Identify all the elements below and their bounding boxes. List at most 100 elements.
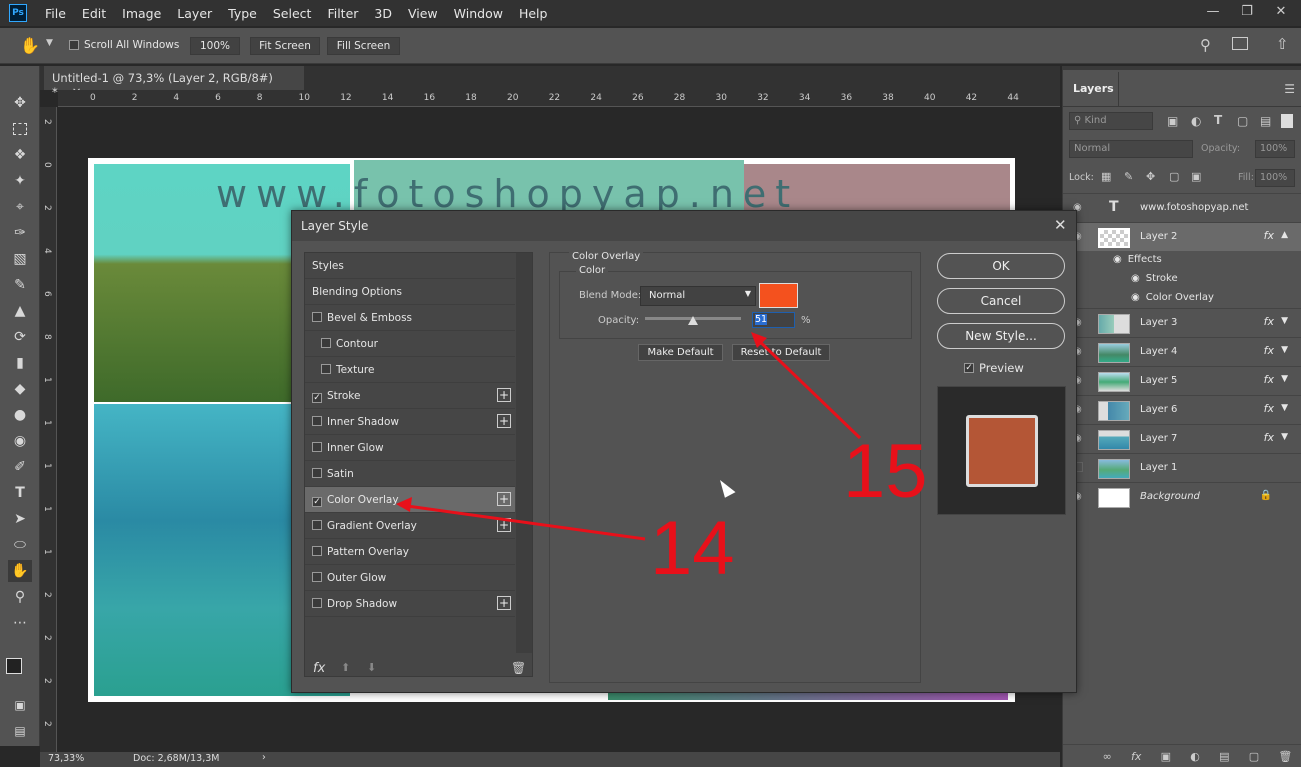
chevron-up-icon[interactable]: ▲ <box>1281 230 1288 240</box>
brush-tool-icon[interactable]: ✎ <box>8 274 32 296</box>
fx-icon[interactable]: fx <box>1264 373 1274 386</box>
group-folder-icon[interactable]: ▤ <box>1219 750 1229 763</box>
move-tool-icon[interactable]: ✥ <box>8 92 32 114</box>
minimize-icon[interactable]: — <box>1196 0 1230 22</box>
opacity-input[interactable]: 51 <box>752 312 795 328</box>
pen-tool-icon[interactable]: ✐ <box>8 456 32 478</box>
style-item-color-overlay[interactable]: ✓ Color Overlay + <box>305 487 515 513</box>
checkbox-icon[interactable] <box>321 338 331 348</box>
lasso-tool-icon[interactable]: ❖ <box>8 144 32 166</box>
checkbox-icon[interactable] <box>312 416 322 426</box>
paint-bucket-tool-icon[interactable]: ◆ <box>8 378 32 400</box>
zoom-tool-icon[interactable]: ⚲ <box>8 586 32 608</box>
menu-window[interactable]: Window <box>446 6 511 21</box>
status-menu-icon[interactable]: › <box>262 752 266 763</box>
new-layer-icon[interactable]: ▢ <box>1249 750 1259 763</box>
filter-toggle-icon[interactable] <box>1281 114 1293 128</box>
stamp-tool-icon[interactable]: ▲ <box>8 300 32 322</box>
magic-wand-tool-icon[interactable]: ✦ <box>8 170 32 192</box>
checked-checkbox-icon[interactable]: ✓ <box>312 393 322 403</box>
layer-row-layer-1[interactable]: Layer 1 <box>1063 453 1301 482</box>
add-effect-icon[interactable]: + <box>497 518 511 532</box>
layer-row-layer-4[interactable]: ◉ Layer 4 fx ▼ <box>1063 337 1301 366</box>
reset-default-button[interactable]: Reset to Default <box>732 344 830 361</box>
visibility-eye-icon[interactable]: ◉ <box>1131 292 1140 303</box>
kind-filter-select[interactable]: ⚲ Kind <box>1069 112 1153 130</box>
opacity-input[interactable]: 100% <box>1255 140 1295 158</box>
visibility-eye-icon[interactable]: ◉ <box>1131 273 1140 284</box>
layers-tab[interactable]: Layers <box>1063 72 1119 106</box>
link-layers-icon[interactable]: ∞ <box>1103 750 1112 763</box>
fx-icon[interactable]: fx <box>1264 315 1274 328</box>
fx-icon[interactable]: fx <box>1264 229 1274 242</box>
add-effect-icon[interactable]: + <box>497 414 511 428</box>
adjustment-layer-icon[interactable]: ◐ <box>1190 750 1200 763</box>
ellipse-tool-icon[interactable]: ⬭ <box>8 534 32 556</box>
chevron-down-icon[interactable]: ▼ <box>1281 403 1288 413</box>
new-style-button[interactable]: New Style... <box>937 323 1065 349</box>
delete-layer-icon[interactable]: 🗑 <box>1278 750 1292 763</box>
quick-mask-icon[interactable]: ▣ <box>8 694 32 716</box>
chevron-down-icon[interactable]: ▼ <box>1281 374 1288 384</box>
search-icon[interactable]: ⚲ <box>1200 36 1211 54</box>
share-icon[interactable]: ⇧ <box>1276 35 1289 53</box>
style-item-contour[interactable]: Contour <box>305 331 515 357</box>
layer-row-background[interactable]: ◉ Background 🔒 <box>1063 482 1301 511</box>
add-effect-icon[interactable]: + <box>497 492 511 506</box>
screen-mode-icon[interactable]: ▤ <box>8 720 32 742</box>
fill-input[interactable]: 100% <box>1255 169 1295 187</box>
zoom-100-button[interactable]: 100% <box>190 37 240 55</box>
eyedropper-tool-icon[interactable]: ✑ <box>8 222 32 244</box>
menu-filter[interactable]: Filter <box>319 6 366 21</box>
add-mask-icon[interactable]: ▣ <box>1161 750 1171 763</box>
chevron-down-icon[interactable]: ▼ <box>1281 316 1288 326</box>
cancel-button[interactable]: Cancel <box>937 288 1065 314</box>
color-overlay-effect-row[interactable]: ◉ Color Overlay <box>1131 292 1214 303</box>
chevron-down-icon[interactable]: ▼ <box>1281 345 1288 355</box>
checkbox-icon[interactable] <box>312 312 322 322</box>
layer-row-layer-3[interactable]: ◉ Layer 3 fx ▼ <box>1063 308 1301 337</box>
effects-row[interactable]: ◉ Effects <box>1113 254 1162 265</box>
style-item-texture[interactable]: Texture <box>305 357 515 383</box>
filter-adjustment-icon[interactable]: ◐ <box>1191 114 1201 128</box>
layer-row-layer-6[interactable]: ◉ Layer 6 fx ▼ <box>1063 395 1301 424</box>
style-item-bevel-emboss[interactable]: Bevel & Emboss <box>305 305 515 331</box>
styles-scrollbar[interactable] <box>516 253 532 653</box>
menu-file[interactable]: File <box>37 6 74 21</box>
fit-screen-button[interactable]: Fit Screen <box>250 37 320 55</box>
add-effect-icon[interactable]: + <box>497 596 511 610</box>
menu-select[interactable]: Select <box>265 6 320 21</box>
eraser-tool-icon[interactable]: ▮ <box>8 352 32 374</box>
chevron-down-icon[interactable]: ▼ <box>46 38 53 48</box>
checkbox-icon[interactable] <box>312 520 322 530</box>
filter-type-icon[interactable]: T <box>1214 113 1222 127</box>
workspace-icon[interactable] <box>1232 37 1248 50</box>
preview-checkbox[interactable]: ✓ Preview <box>964 361 1024 375</box>
visibility-eye-icon[interactable]: ◉ <box>1113 254 1122 265</box>
close-icon[interactable]: ✕ <box>1054 216 1067 234</box>
layer-row-layer-5[interactable]: ◉ Layer 5 fx ▼ <box>1063 366 1301 395</box>
hand-tool-icon[interactable]: ✋ <box>8 560 32 582</box>
menu-3d[interactable]: 3D <box>366 6 400 21</box>
layer-row-text[interactable]: ◉ T www.fotoshopyap.net <box>1063 193 1301 222</box>
layer-row-layer-2[interactable]: ◉ Layer 2 fx ▲ <box>1063 222 1301 251</box>
blur-tool-icon[interactable]: ● <box>8 404 32 426</box>
restore-icon[interactable]: ❐ <box>1230 0 1264 22</box>
ok-button[interactable]: OK <box>937 253 1065 279</box>
add-effect-icon[interactable]: + <box>497 388 511 402</box>
make-default-button[interactable]: Make Default <box>638 344 723 361</box>
checkbox-icon[interactable] <box>321 364 331 374</box>
checkbox-icon[interactable] <box>312 468 322 478</box>
style-item-blending-options[interactable]: Blending Options <box>305 279 515 305</box>
style-item-styles[interactable]: Styles <box>305 253 515 279</box>
lock-all-icon[interactable]: ▣ <box>1191 170 1201 183</box>
style-item-pattern-overlay[interactable]: Pattern Overlay <box>305 539 515 565</box>
style-item-outer-glow[interactable]: Outer Glow <box>305 565 515 591</box>
style-item-inner-glow[interactable]: Inner Glow <box>305 435 515 461</box>
panel-menu-icon[interactable]: ☰ <box>1284 82 1295 96</box>
layer-row-layer-7[interactable]: ◉ Layer 7 fx ▼ <box>1063 424 1301 453</box>
checkbox-icon[interactable] <box>312 442 322 452</box>
opacity-slider-handle[interactable] <box>688 316 698 325</box>
menu-view[interactable]: View <box>400 6 446 21</box>
checked-checkbox-icon[interactable]: ✓ <box>312 497 322 507</box>
